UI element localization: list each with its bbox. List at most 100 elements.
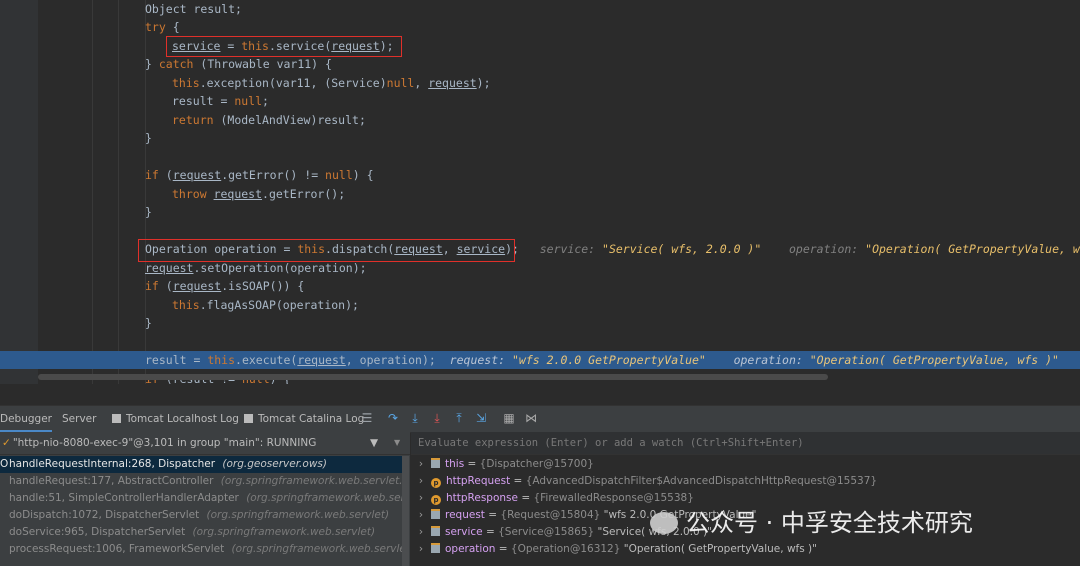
stack-frame[interactable]: handle:51, SimpleControllerHandlerAdapte…	[0, 490, 402, 507]
inline-debug-value: "Service( wfs, 2.0.0 )"	[602, 242, 762, 256]
variable-equals: =	[510, 475, 526, 487]
expand-arrow-icon[interactable]: ›	[411, 507, 431, 524]
code-line[interactable]: service = this.service(request);	[0, 37, 1080, 55]
frame-method: doDispatch:1072, DispatcherServlet	[9, 509, 203, 521]
variable-row[interactable]: › this = {Dispatcher@15700}	[411, 456, 1080, 473]
tab-server[interactable]: Server	[62, 406, 96, 432]
code-token: ) {	[352, 168, 374, 182]
variable-name: operation	[445, 543, 496, 555]
code-token: if	[145, 168, 159, 182]
code-line[interactable]: result = null;	[0, 92, 1080, 110]
code-token: this	[172, 76, 200, 90]
force-step-into-icon[interactable]: ⤓	[430, 411, 444, 425]
code-token: .exception(var11, (Service)	[199, 76, 387, 90]
filter-icon[interactable]: ▼	[370, 432, 378, 454]
chevron-down-icon[interactable]: ▼	[394, 432, 400, 454]
code-line[interactable]: this.flagAsSOAP(operation);	[0, 296, 1080, 314]
variable-type: {Operation@16312}	[510, 543, 621, 555]
run-to-cursor-icon[interactable]: ⇲	[474, 411, 488, 425]
stack-frame[interactable]: handleRequest:177, AbstractController (o…	[0, 473, 402, 490]
variable-equals: =	[484, 509, 501, 521]
variable-row[interactable]: › p httpResponse = {FirewalledResponse@155…	[411, 490, 1080, 507]
stack-frame[interactable]: doService:965, DispatcherServlet (org.sp…	[0, 524, 402, 541]
code-token: request	[297, 353, 346, 367]
code-token: catch	[158, 57, 194, 71]
variable-equals: =	[464, 458, 480, 470]
trace-icon[interactable]: ⋈	[524, 411, 538, 425]
tab-debugger[interactable]: Debugger	[0, 406, 52, 432]
variable-type: {AdvancedDispatchFilter$AdvancedDispatch…	[525, 475, 878, 487]
code-line[interactable]: if (request.getError() != null) {	[0, 166, 1080, 184]
tab-tomcat-localhost-log[interactable]: Tomcat Localhost Log	[112, 406, 239, 432]
step-out-icon[interactable]: ⤒	[452, 411, 466, 425]
code-line[interactable]: if (request.isSOAP()) {	[0, 277, 1080, 295]
code-line[interactable]: Object result;	[0, 0, 1080, 18]
variable-row[interactable]: › operation = {Operation@16312} "Operatio…	[411, 541, 1080, 558]
expand-arrow-icon[interactable]: ›	[411, 524, 431, 541]
code-token: if	[145, 279, 159, 293]
stack-frame[interactable]: doDispatch:1072, DispatcherServlet (org.…	[0, 507, 402, 524]
execution-point-line[interactable]: result = this.execute(request, operation…	[0, 351, 1080, 369]
field-icon	[431, 509, 440, 519]
frame-package: (org.springframework.web.servlet)	[231, 543, 402, 555]
tab-tomcat-catalina-log[interactable]: Tomcat Catalina Log	[244, 406, 364, 432]
code-line[interactable]: } catch (Throwable var11) {	[0, 55, 1080, 73]
code-token: , operation);	[345, 353, 436, 367]
inline-debug-value: operation:	[733, 353, 810, 367]
code-editor[interactable]: Object result; try {service = this.servic…	[0, 0, 1080, 384]
variables-panel: Evaluate expression (Enter) or add a wat…	[411, 432, 1080, 566]
code-line[interactable]: throw request.getError();	[0, 185, 1080, 203]
code-token: request	[213, 187, 263, 201]
frame-method: handle:51, SimpleControllerHandlerAdapte…	[9, 492, 243, 504]
frames-scrollbar[interactable]	[402, 456, 409, 566]
expand-arrow-icon[interactable]: ›	[411, 473, 431, 490]
step-over-icon[interactable]: ↷	[386, 411, 400, 425]
expand-arrow-icon[interactable]: ›	[411, 456, 431, 473]
code-token: Object result;	[145, 2, 242, 16]
check-icon: ✓	[2, 437, 11, 449]
frame-marker-icon: O	[0, 458, 9, 470]
code-token: }	[145, 316, 152, 330]
code-line[interactable]: return (ModelAndView)result;	[0, 111, 1080, 129]
inline-debug-value: operation:	[788, 242, 866, 256]
code-line[interactable]: }	[0, 314, 1080, 332]
code-token: {	[165, 20, 180, 34]
expand-arrow-icon[interactable]: ›	[411, 541, 431, 558]
editor-horizontal-scrollbar[interactable]	[38, 374, 828, 380]
step-into-icon[interactable]: ⤓	[408, 411, 422, 425]
code-token: ;	[262, 94, 269, 108]
variable-name: httpResponse	[446, 492, 518, 504]
frame-package: (org.springframework.web.servlet)	[192, 526, 376, 538]
code-line[interactable]: }	[0, 129, 1080, 147]
code-token: (	[158, 279, 173, 293]
variable-name: this	[445, 458, 465, 470]
code-token: this	[207, 353, 236, 367]
evaluate-expression-icon[interactable]: ▦	[502, 411, 516, 425]
parameter-icon: p	[431, 495, 441, 505]
code-line[interactable]: }	[0, 203, 1080, 221]
code-token: }	[145, 131, 152, 145]
variable-equals: =	[495, 543, 511, 555]
frame-package: (org.springframework.web.servlet)	[206, 509, 390, 521]
evaluate-expression-input[interactable]: Evaluate expression (Enter) or add a wat…	[411, 432, 1080, 455]
variable-row[interactable]: › p httpRequest = {AdvancedDispatchFilter$…	[411, 473, 1080, 490]
stack-frame[interactable]: OhandleRequestInternal:268, Dispatcher (…	[0, 456, 402, 473]
inline-debug-value: "wfs 2.0.0 GetPropertyValue"	[511, 353, 706, 367]
wechat-logo-icon	[650, 512, 678, 534]
thread-selector[interactable]: ✓ "http-nio-8080-exec-9"@3,101 in group "…	[0, 432, 410, 455]
inline-debug-value: service:	[539, 242, 603, 256]
expand-arrow-icon[interactable]: ›	[411, 490, 431, 507]
code-token: }	[145, 57, 159, 71]
code-line[interactable]: try {	[0, 18, 1080, 36]
frame-package: (org.springframework.web.servlet.mvc)	[246, 492, 402, 504]
code-line[interactable]: this.exception(var11, (Service)null, req…	[0, 74, 1080, 92]
variable-value: "Operation( GetPropertyValue, wfs )"	[620, 543, 817, 555]
log-icon	[244, 414, 253, 423]
menu-lines-icon[interactable]: ☰	[360, 411, 374, 425]
field-icon	[431, 458, 440, 468]
stack-frame[interactable]: processRequest:1006, FrameworkServlet (o…	[0, 541, 402, 558]
code-token: .setOperation(operation);	[193, 261, 367, 275]
